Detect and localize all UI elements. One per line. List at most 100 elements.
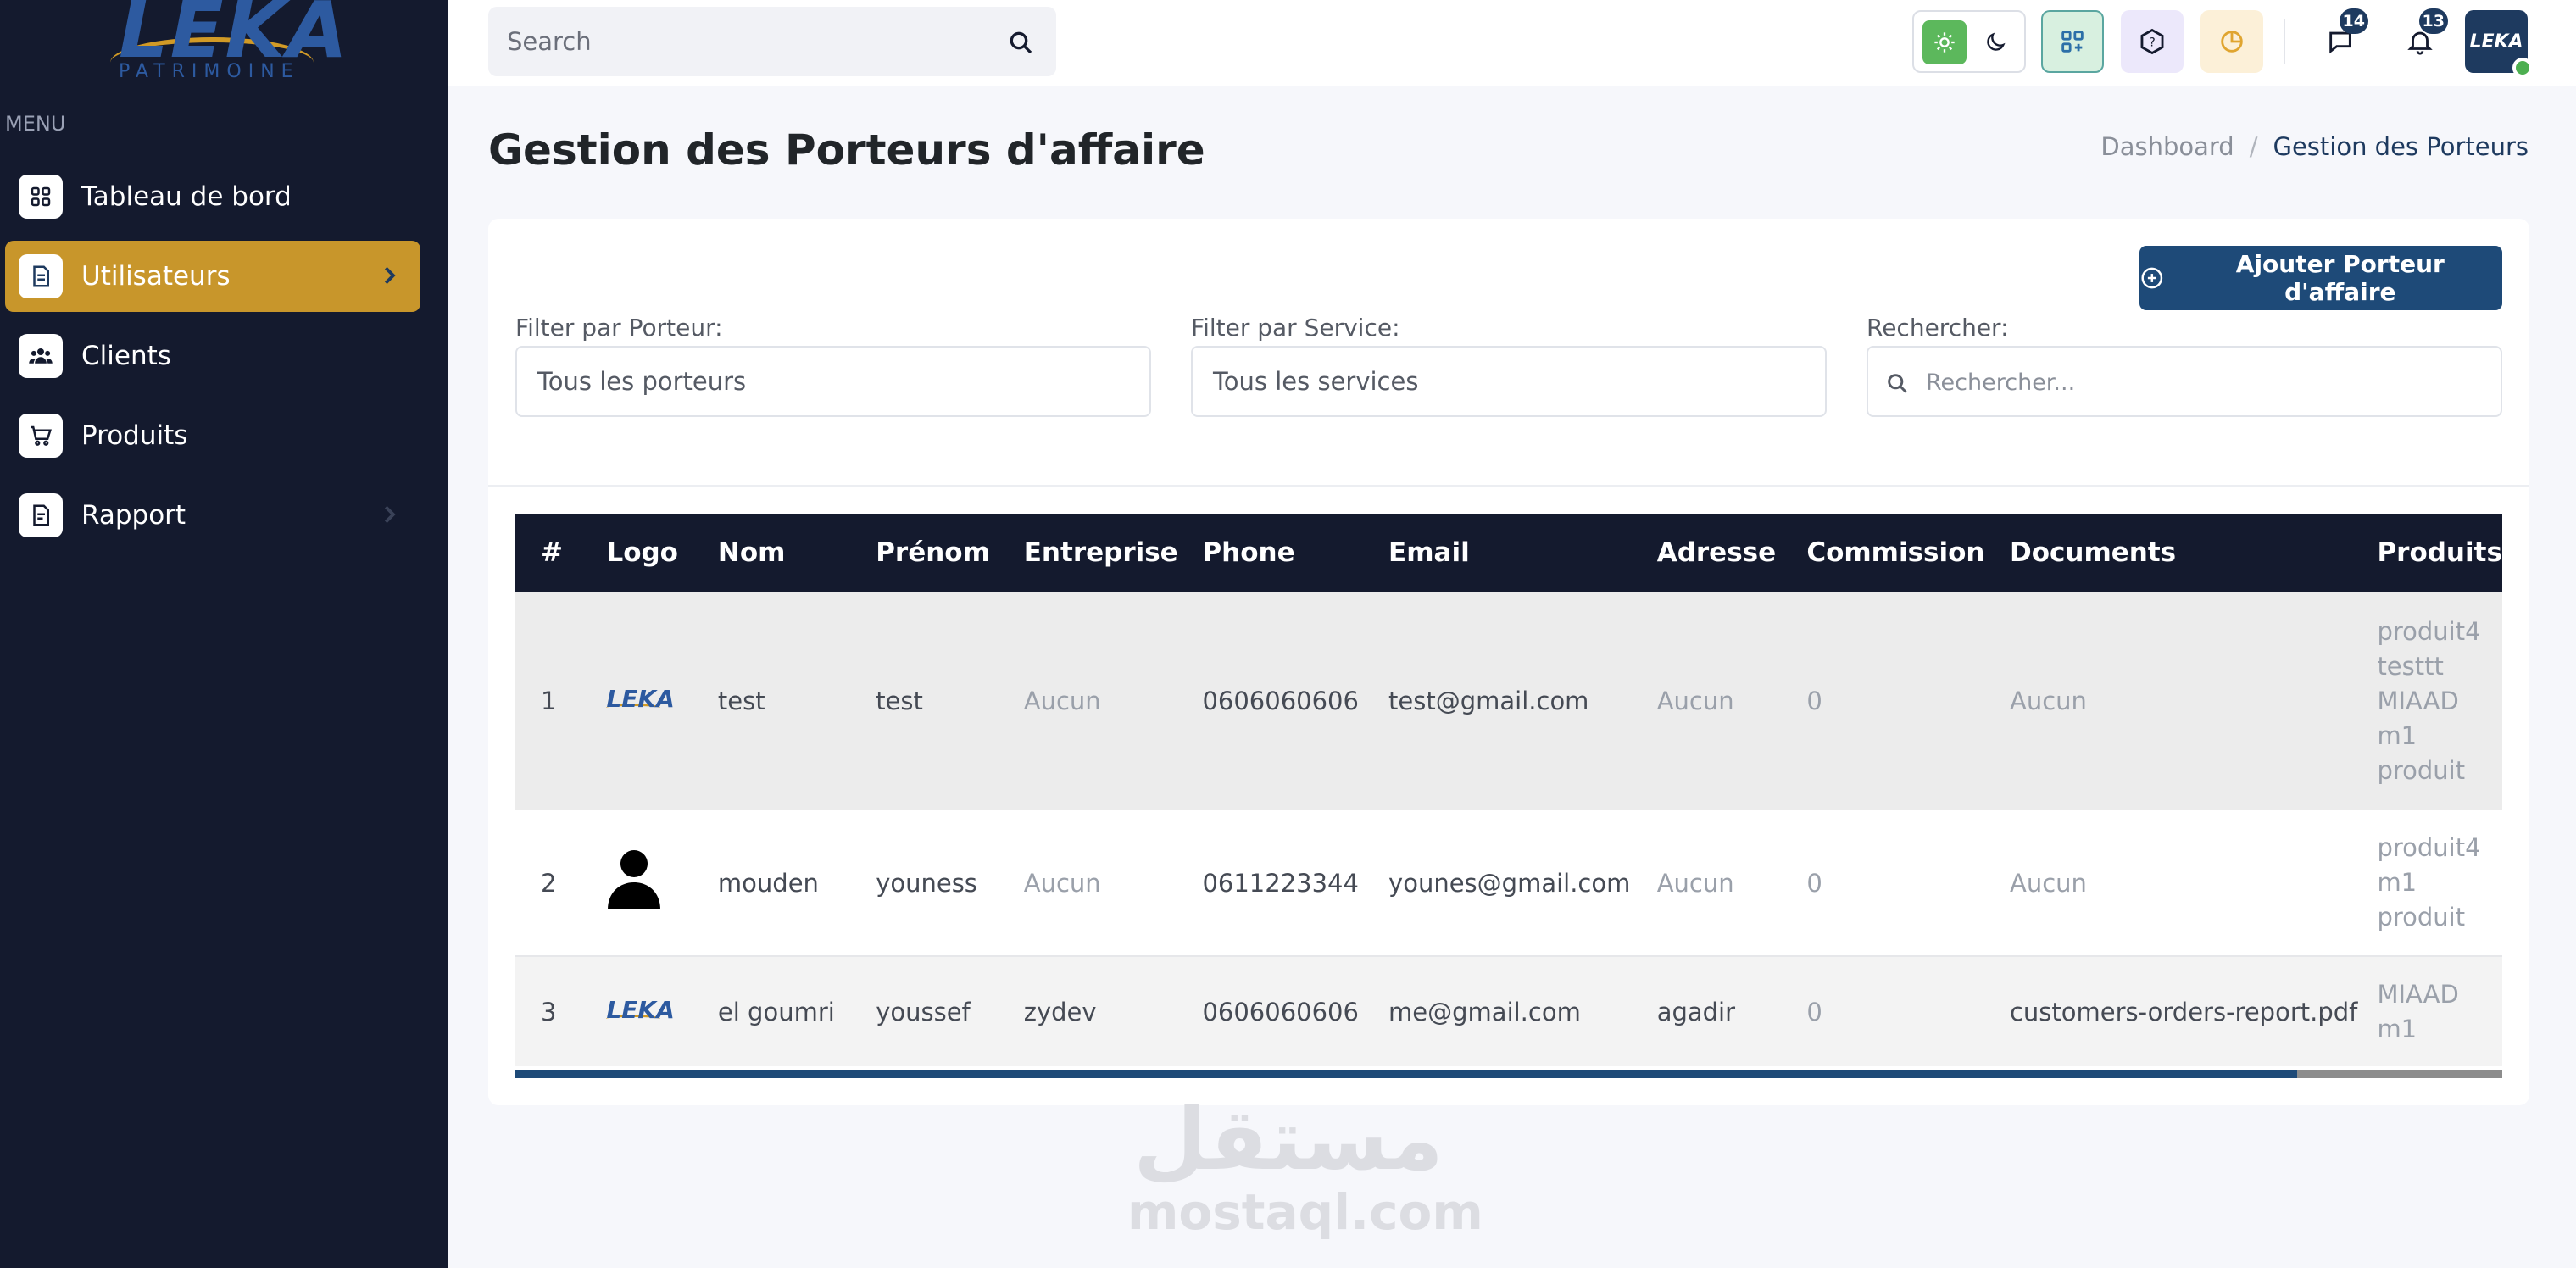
cell-logo bbox=[606, 810, 718, 957]
table-row[interactable]: 1 LEKA test test Aucun 0606060606 test@g… bbox=[515, 592, 2502, 810]
sidebar-item-label: Utilisateurs bbox=[81, 261, 231, 292]
cell-phone: 0611223344 bbox=[1202, 810, 1389, 957]
add-porteur-label: Ajouter Porteur d'affaire bbox=[2235, 250, 2445, 306]
cell-nom: el goumri bbox=[717, 956, 876, 1066]
sidebar-item-label: Clients bbox=[81, 341, 171, 371]
search-input[interactable] bbox=[507, 22, 982, 61]
sidebar-item-tableau-de-bord[interactable]: Tableau de bord bbox=[5, 161, 420, 232]
col-header: Adresse bbox=[1656, 514, 1807, 592]
dark-mode-button[interactable] bbox=[1973, 20, 2017, 64]
search-icon[interactable] bbox=[1007, 29, 1034, 56]
table-row[interactable]: 2 mouden youness Aucun 0611223344 younes… bbox=[515, 810, 2502, 957]
cell-commission: 0 bbox=[1806, 592, 2010, 810]
produit-item: produit4 bbox=[2377, 616, 2481, 646]
cell-documents: Aucun bbox=[2009, 810, 2378, 957]
breadcrumb-dashboard[interactable]: Dashboard bbox=[2100, 132, 2234, 161]
sidebar-item-rapport[interactable]: Rapport bbox=[5, 480, 420, 551]
cell-prenom: test bbox=[876, 592, 1024, 810]
add-porteur-button[interactable]: Ajouter Porteur d'affaire bbox=[2139, 246, 2502, 310]
col-header: Logo bbox=[606, 514, 718, 592]
chevron-right-icon bbox=[384, 505, 396, 524]
cell-logo: LEKA bbox=[606, 592, 718, 810]
filter-service-label: Filter par Service: bbox=[1191, 314, 1400, 342]
cell-num: 3 bbox=[515, 956, 607, 1066]
cell-email: me@gmail.com bbox=[1388, 956, 1657, 1066]
table-search-input[interactable] bbox=[1926, 363, 2468, 402]
stats-button[interactable] bbox=[2200, 10, 2263, 73]
cell-adresse: Aucun bbox=[1656, 592, 1807, 810]
help-button[interactable]: ? bbox=[2121, 10, 2184, 73]
table-horizontal-scrollbar[interactable] bbox=[515, 1070, 2502, 1078]
report-icon bbox=[19, 493, 63, 537]
document-icon bbox=[19, 254, 63, 298]
produit-item: MIAAD bbox=[2377, 686, 2459, 715]
sidebar-item-label: Tableau de bord bbox=[81, 181, 292, 212]
cell-phone: 0606060606 bbox=[1202, 956, 1389, 1066]
logo-subtext: PATRIMOINE bbox=[119, 61, 300, 82]
sidebar: LEKA PATRIMOINE MENU Tableau de bord Uti… bbox=[0, 0, 448, 1268]
cell-produits: produit4 testtt MIAAD m1 produit bbox=[2377, 592, 2502, 810]
filter-porteur-label: Filter par Porteur: bbox=[515, 314, 723, 342]
sidebar-item-label: Produits bbox=[81, 420, 188, 451]
menu-label: MENU bbox=[5, 112, 66, 136]
messages-button[interactable]: 14 bbox=[2309, 8, 2372, 73]
pie-chart-icon bbox=[2221, 31, 2243, 53]
sidebar-item-clients[interactable]: Clients bbox=[5, 320, 420, 392]
cell-documents-link[interactable]: customers-orders-report.pdf bbox=[2009, 956, 2378, 1066]
sidebar-item-utilisateurs[interactable]: Utilisateurs bbox=[5, 241, 420, 312]
cell-commission: 0 bbox=[1806, 810, 2010, 957]
watermark: مستقل mostaql.com bbox=[1127, 1090, 1483, 1241]
col-header: Nom bbox=[717, 514, 876, 592]
produit-item: produit bbox=[2377, 755, 2466, 785]
col-header: Commission bbox=[1806, 514, 2010, 592]
topbar-divider bbox=[2284, 19, 2285, 64]
watermark-arabic: مستقل bbox=[1133, 1090, 1444, 1189]
filter-service-select[interactable]: Tous les services bbox=[1191, 346, 1827, 417]
breadcrumb-current: Gestion des Porteurs bbox=[2273, 132, 2529, 161]
table-row[interactable]: 3 LEKA el goumri youssef zydev 060606060… bbox=[515, 956, 2502, 1066]
cell-entreprise: zydev bbox=[1023, 956, 1203, 1066]
notifications-button[interactable]: 13 bbox=[2389, 8, 2451, 73]
watermark-latin: mostaql.com bbox=[1127, 1183, 1483, 1241]
sidebar-item-produits[interactable]: Produits bbox=[5, 400, 420, 471]
moon-icon bbox=[1987, 32, 2006, 51]
table-search-label: Rechercher: bbox=[1867, 314, 2009, 342]
cell-prenom: youssef bbox=[876, 956, 1024, 1066]
global-search bbox=[488, 7, 1056, 76]
cell-phone: 0606060606 bbox=[1202, 592, 1389, 810]
theme-toggle-group bbox=[1912, 10, 2026, 73]
sun-icon bbox=[1934, 32, 1955, 53]
produit-item: testtt bbox=[2377, 651, 2444, 681]
apps-button[interactable] bbox=[2041, 10, 2104, 73]
logo-text: LEKA bbox=[606, 685, 675, 713]
table-search-field bbox=[1867, 346, 2502, 417]
brand-logo[interactable]: LEKA PATRIMOINE bbox=[102, 0, 348, 85]
filter-porteur-select[interactable]: Tous les porteurs bbox=[515, 346, 1151, 417]
produit-item: produit bbox=[2377, 903, 2466, 932]
scrollbar-thumb[interactable] bbox=[515, 1070, 2297, 1078]
produit-item: m1 bbox=[2377, 720, 2417, 750]
light-mode-button[interactable] bbox=[1922, 20, 1967, 64]
user-avatar[interactable]: LEKA bbox=[2465, 10, 2533, 78]
breadcrumb-separator: / bbox=[2249, 132, 2258, 161]
col-header: # bbox=[515, 514, 607, 592]
topbar: ? 14 13 LEKA bbox=[448, 0, 2576, 86]
cell-nom: test bbox=[717, 592, 876, 810]
help-hexagon-icon: ? bbox=[2140, 28, 2164, 55]
cell-email: test@gmail.com bbox=[1388, 592, 1657, 810]
col-header: Entreprise bbox=[1023, 514, 1203, 592]
porteurs-table: # Logo Nom Prénom Entreprise Phone Email… bbox=[515, 514, 2502, 1066]
produit-item: m1 bbox=[2377, 868, 2417, 897]
plus-circle-icon bbox=[2141, 267, 2163, 289]
leka-logo-thumbnail: LEKA bbox=[606, 996, 675, 1025]
cell-produits: produit4 m1 produit bbox=[2377, 810, 2502, 957]
cell-adresse: agadir bbox=[1656, 956, 1807, 1066]
dashboard-grid-icon bbox=[19, 175, 63, 219]
porteurs-card: Ajouter Porteur d'affaire Filter par Por… bbox=[488, 219, 2529, 1105]
col-header: Phone bbox=[1202, 514, 1389, 592]
apps-grid-icon bbox=[2061, 31, 2084, 53]
col-header: Documents bbox=[2009, 514, 2378, 592]
card-divider bbox=[488, 485, 2529, 487]
cell-logo: LEKA bbox=[606, 956, 718, 1066]
logo-text: LEKA bbox=[606, 995, 675, 1024]
